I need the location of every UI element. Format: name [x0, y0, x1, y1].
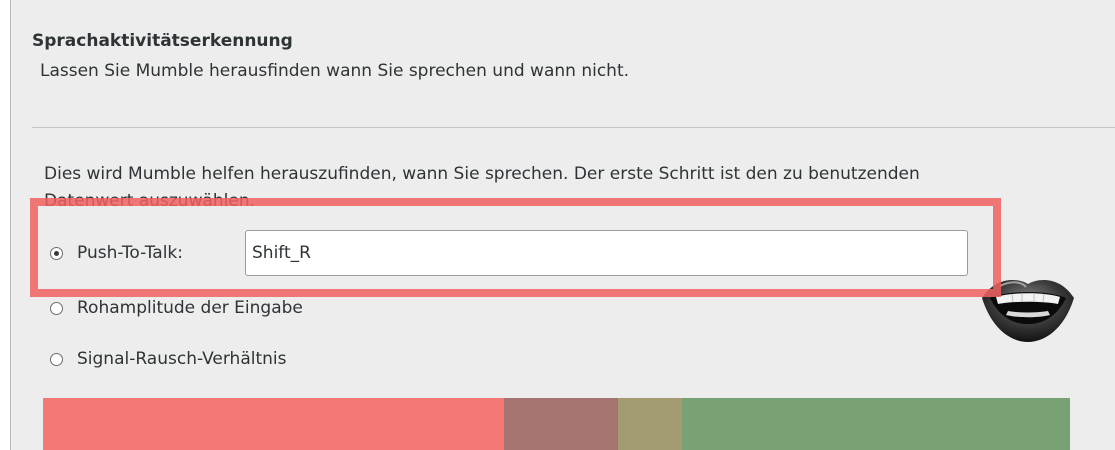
level-segment-speech: [681, 398, 1070, 450]
level-segment-transition: [504, 398, 619, 450]
mouth-icon: [982, 279, 1074, 342]
raw-amplitude-option[interactable]: Rohamplitude der Eingabe: [50, 298, 303, 318]
description-text: Dies wird Mumble helfen herauszufinden, …: [44, 164, 920, 211]
raw-amplitude-label[interactable]: Rohamplitude der Eingabe: [77, 298, 303, 318]
push-to-talk-option[interactable]: Push-To-Talk:: [50, 243, 183, 263]
header-divider: [32, 127, 1115, 128]
page-title: Sprachaktivitätserkennung: [32, 31, 293, 51]
voice-level-meter: [43, 398, 1070, 450]
raw-amplitude-radio[interactable]: [50, 301, 63, 315]
push-to-talk-label[interactable]: Push-To-Talk:: [77, 243, 183, 263]
push-to-talk-shortcut-input[interactable]: [245, 230, 968, 276]
signal-noise-radio[interactable]: [50, 352, 63, 366]
page-subtitle: Lassen Sie Mumble herausfinden wann Sie …: [40, 61, 630, 81]
level-segment-silence: [43, 398, 505, 450]
push-to-talk-radio[interactable]: [50, 246, 63, 260]
signal-noise-option[interactable]: Signal-Rausch-Verhältnis: [50, 349, 287, 369]
wizard-page: Sprachaktivitätserkennung Lassen Sie Mum…: [10, 0, 1115, 450]
level-segment-threshold: [618, 398, 682, 450]
signal-noise-label[interactable]: Signal-Rausch-Verhältnis: [77, 349, 287, 369]
